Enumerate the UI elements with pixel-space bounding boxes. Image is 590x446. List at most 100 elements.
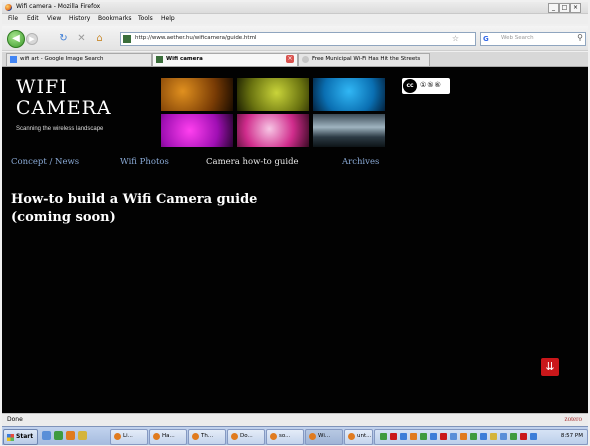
- tab-bar: wifi art - Google Image Search Wifi came…: [2, 52, 588, 67]
- wifi-photo-thumbnail[interactable]: [237, 78, 309, 111]
- menu-help[interactable]: Help: [161, 15, 175, 22]
- tray-icon[interactable]: [410, 433, 417, 440]
- taskbar-clock[interactable]: 8:57 PM: [561, 433, 583, 439]
- taskbar-item-label: Th...: [201, 433, 214, 439]
- scroll-down-icon[interactable]: ⇊: [541, 358, 559, 376]
- taskbar-item[interactable]: Th...: [188, 429, 226, 445]
- nav-archives[interactable]: Archives: [342, 157, 379, 167]
- taskbar-item[interactable]: unt...: [344, 429, 373, 445]
- taskbar-item-label: Do...: [240, 433, 253, 439]
- menu-history[interactable]: History: [69, 15, 90, 22]
- wifi-camera-favicon-icon: [156, 56, 163, 63]
- tray-icon[interactable]: [380, 433, 387, 440]
- close-window-button[interactable]: ×: [570, 3, 581, 13]
- tray-icon[interactable]: [390, 433, 397, 440]
- search-icon[interactable]: ⚲: [577, 33, 583, 42]
- app-icon: [192, 433, 199, 440]
- tray-icon[interactable]: [430, 433, 437, 440]
- nav-concept-news[interactable]: Concept / News: [11, 157, 79, 167]
- minimize-button[interactable]: _: [548, 3, 559, 13]
- taskbar-item[interactable]: Ha...: [149, 429, 187, 445]
- taskbar-item[interactable]: Li...: [110, 429, 148, 445]
- search-placeholder: Web Search: [501, 35, 534, 41]
- nav-wifi-photos[interactable]: Wifi Photos: [120, 157, 169, 167]
- wifi-photo-thumbnail[interactable]: [237, 114, 309, 147]
- site-favicon-icon: [123, 35, 131, 43]
- zotero-button[interactable]: zotero: [565, 415, 583, 423]
- menu-tools[interactable]: Tools: [138, 15, 153, 22]
- taskbar-item-active[interactable]: Wi...: [305, 429, 343, 445]
- quick-launch-icon[interactable]: [54, 431, 63, 440]
- taskbar-item-label: unt...: [357, 433, 372, 439]
- loading-favicon-icon: [302, 56, 309, 63]
- app-icon: [270, 433, 277, 440]
- cc-logo-icon: cc: [403, 79, 417, 93]
- taskbar-item-label: Ha...: [162, 433, 175, 439]
- system-tray: 8:57 PM: [374, 429, 588, 445]
- firefox-logo-icon: [5, 4, 12, 11]
- app-icon: [231, 433, 238, 440]
- tray-icon[interactable]: [420, 433, 427, 440]
- tray-icon[interactable]: [520, 433, 527, 440]
- tray-icon[interactable]: [440, 433, 447, 440]
- quick-launch-icon[interactable]: [66, 431, 75, 440]
- reload-icon[interactable]: ↻: [58, 33, 69, 44]
- search-engine-icon[interactable]: G: [483, 35, 491, 43]
- tray-icon[interactable]: [400, 433, 407, 440]
- taskbar-item-label: Li...: [123, 433, 133, 439]
- menu-file[interactable]: File: [8, 15, 18, 22]
- quick-launch-icon[interactable]: [78, 431, 87, 440]
- tray-icon[interactable]: [530, 433, 537, 440]
- tray-icon[interactable]: [490, 433, 497, 440]
- nav-camera-how-to-guide[interactable]: Camera how-to guide: [206, 157, 299, 167]
- site-title-line2: CAMERA: [16, 97, 112, 119]
- taskbar-item-label: so...: [279, 433, 291, 439]
- tray-icon[interactable]: [460, 433, 467, 440]
- tab-label: Free Municipal Wi-Fi Has Hit the Streets: [312, 56, 421, 62]
- status-bar: Done zotero: [2, 413, 588, 426]
- creative-commons-badge[interactable]: cc ①⑤⑥: [402, 78, 450, 94]
- url-bar[interactable]: http://www.aether.hu/wificamera/guide.ht…: [120, 32, 476, 46]
- app-icon: [114, 433, 121, 440]
- wifi-photo-thumbnail[interactable]: [161, 114, 233, 147]
- window-title: Wifi camera - Mozilla Firefox: [16, 3, 101, 10]
- taskbar-item[interactable]: Do...: [227, 429, 265, 445]
- maximize-button[interactable]: □: [559, 3, 570, 13]
- title-bar: Wifi camera - Mozilla Firefox _ □ ×: [2, 2, 588, 14]
- home-icon[interactable]: ⌂: [94, 33, 105, 44]
- taskbar-item[interactable]: so...: [266, 429, 304, 445]
- cc-license-icons: ①⑤⑥: [420, 81, 442, 89]
- tab-google-image-search[interactable]: wifi art - Google Image Search: [6, 53, 152, 66]
- close-tab-icon[interactable]: ×: [286, 55, 294, 63]
- navigation-toolbar: ◀ ▶ ↻ ✕ ⌂ http://www.aether.hu/wificamer…: [2, 26, 588, 51]
- tray-icon[interactable]: [470, 433, 477, 440]
- start-button[interactable]: Start: [3, 429, 38, 445]
- tray-icon[interactable]: [510, 433, 517, 440]
- back-icon[interactable]: ◀: [7, 30, 25, 48]
- site-title[interactable]: WIFI CAMERA: [16, 77, 112, 119]
- bookmark-star-icon[interactable]: ☆: [452, 34, 459, 43]
- wifi-photo-thumbnail[interactable]: [313, 78, 385, 111]
- wifi-photo-thumbnail[interactable]: [313, 114, 385, 147]
- heading-line1: How-to build a Wifi Camera guide: [11, 192, 258, 207]
- tray-icon[interactable]: [500, 433, 507, 440]
- page-heading: How-to build a Wifi Camera guide (coming…: [11, 191, 311, 227]
- google-favicon-icon: [10, 56, 17, 63]
- menu-bar: File Edit View History Bookmarks Tools H…: [2, 14, 588, 24]
- menu-edit[interactable]: Edit: [27, 15, 39, 22]
- forward-icon[interactable]: ▶: [26, 33, 38, 45]
- start-label: Start: [16, 433, 34, 440]
- stop-icon[interactable]: ✕: [76, 33, 87, 44]
- app-icon: [348, 433, 355, 440]
- tab-free-municipal-wifi[interactable]: Free Municipal Wi-Fi Has Hit the Streets: [298, 53, 430, 66]
- menu-bookmarks[interactable]: Bookmarks: [98, 15, 132, 22]
- tray-icon[interactable]: [480, 433, 487, 440]
- wifi-photo-thumbnail[interactable]: [161, 78, 233, 111]
- search-input[interactable]: G Web Search ⚲: [480, 32, 586, 46]
- menu-view[interactable]: View: [47, 15, 61, 22]
- quick-launch-icon[interactable]: [42, 431, 51, 440]
- taskbar-item-label: Wi...: [318, 433, 331, 439]
- tray-icon[interactable]: [450, 433, 457, 440]
- app-icon: [153, 433, 160, 440]
- tab-wifi-camera[interactable]: Wifi camera ×: [152, 53, 298, 66]
